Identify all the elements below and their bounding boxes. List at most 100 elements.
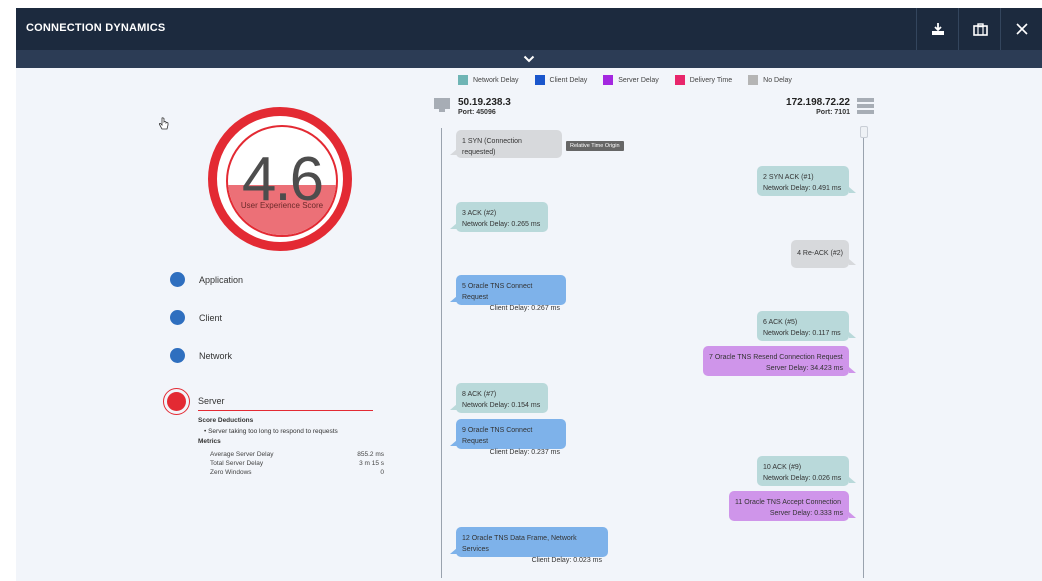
close-button[interactable]	[1000, 8, 1042, 50]
metrics-title: Metrics	[198, 438, 221, 445]
message-title: 6 ACK (#5)	[763, 319, 798, 326]
server-host: 172.198.72.22 Port: 7101	[760, 97, 850, 116]
message-title: 8 ACK (#7)	[462, 391, 497, 398]
hand-cursor-icon	[158, 117, 169, 130]
collapse-bar[interactable]	[16, 50, 1042, 68]
legend-swatch	[534, 75, 545, 85]
metric-name: Average Server Delay	[210, 451, 274, 458]
message-title: 11 Oracle TNS Accept Connection	[735, 499, 841, 506]
message-detail: Client Delay: 0.267 ms	[489, 305, 560, 312]
message-title: 9 Oracle TNS Connect Request	[462, 427, 533, 445]
timeline-scrollbar[interactable]	[860, 126, 868, 138]
legend-item: Delivery Time	[674, 75, 733, 85]
message-title: 12 Oracle TNS Data Frame, Network Servic…	[462, 535, 577, 553]
metric-value: 3 m 15 s	[359, 460, 384, 467]
message-bubble[interactable]: 5 Oracle TNS Connect Request Client Dela…	[450, 275, 566, 312]
legend-label: Client Delay	[549, 76, 588, 84]
message-detail: Server Delay: 34.423 ms	[765, 365, 843, 372]
server-status-indicator[interactable]	[163, 388, 190, 415]
category-client[interactable]: Client	[170, 310, 222, 325]
close-icon	[1016, 23, 1028, 35]
delay-legend: Network Delay Client Delay Server Delay …	[458, 75, 792, 85]
legend-swatch	[748, 75, 759, 85]
message-detail: Client Delay: 0.237 ms	[489, 449, 560, 456]
message-title: 3 ACK (#2)	[462, 210, 497, 217]
message-bubble[interactable]: 10 ACK (#9) Network Delay: 0.026 ms	[757, 456, 856, 486]
download-icon	[932, 23, 944, 35]
message-detail: Client Delay: 0.023 ms	[531, 557, 602, 564]
client-host: 50.19.238.3 Port: 45096	[458, 97, 511, 116]
deduction-item: • Server taking too long to respond to r…	[204, 428, 338, 435]
message-bubble[interactable]: 12 Oracle TNS Data Frame, Network Servic…	[450, 527, 608, 564]
legend-label: Delivery Time	[689, 76, 733, 84]
message-title: 1 SYN (Connection requested)	[462, 138, 522, 156]
message-bubble[interactable]: 8 ACK (#7) Network Delay: 0.154 ms	[450, 383, 548, 413]
category-server[interactable]: Server	[198, 396, 225, 406]
window-header: CONNECTION DYNAMICS	[16, 8, 1042, 50]
chevron-down-icon[interactable]	[523, 55, 535, 63]
category-network[interactable]: Network	[170, 348, 232, 363]
relative-time-origin-tag: Relative Time Origin	[566, 141, 624, 151]
legend-item: No Delay	[748, 75, 792, 85]
message-detail: Network Delay: 0.117 ms	[763, 330, 841, 337]
legend-swatch	[458, 75, 468, 85]
metric-name: Zero Windows	[210, 469, 252, 476]
status-dot	[170, 272, 185, 287]
deduction-text: Server taking too long to respond to req…	[208, 428, 338, 435]
category-label: Network	[199, 350, 233, 361]
server-divider	[198, 410, 373, 411]
server-status-dot	[167, 392, 186, 411]
metric-value: 0	[380, 469, 384, 476]
message-detail: Network Delay: 0.265 ms	[462, 221, 541, 228]
metric-name: Total Server Delay	[210, 460, 264, 467]
score-deductions-title: Score Deductions	[198, 417, 254, 424]
legend-label: Server Delay	[618, 76, 659, 84]
message-bubble[interactable]: 9 Oracle TNS Connect Request Client Dela…	[450, 419, 566, 456]
category-application[interactable]: Application	[170, 272, 243, 287]
legend-item: Network Delay	[458, 75, 519, 85]
message-bubble[interactable]: 3 ACK (#2) Network Delay: 0.265 ms	[450, 202, 548, 232]
message-bubble[interactable]: 1 SYN (Connection requested)	[450, 130, 562, 158]
window-title: CONNECTION DYNAMICS	[26, 22, 166, 34]
server-timeline[interactable]	[863, 128, 864, 578]
score-inner-circle: 4.6 User Experience Score	[226, 125, 338, 237]
message-detail: Network Delay: 0.026 ms	[763, 475, 842, 482]
message-bubble[interactable]: 4 Re-ACK (#2)	[791, 240, 856, 268]
user-experience-score-gauge: 4.6 User Experience Score	[208, 107, 352, 251]
client-port: Port: 45096	[458, 109, 496, 116]
metric-value: 855.2 ms	[357, 451, 384, 458]
message-title: 7 Oracle TNS Resend Connection Request	[709, 354, 843, 361]
client-computer-icon	[434, 98, 450, 112]
legend-swatch	[603, 75, 614, 85]
category-label: Client	[199, 312, 223, 323]
message-title: 4 Re-ACK (#2)	[797, 250, 843, 257]
download-button[interactable]	[916, 8, 959, 50]
metric-row: Average Server Delay 855.2 ms	[210, 451, 384, 458]
briefcase-button[interactable]	[958, 8, 1001, 50]
message-detail: Network Delay: 0.154 ms	[462, 402, 541, 409]
status-dot	[170, 348, 185, 363]
message-bubble[interactable]: 11 Oracle TNS Accept Connection Server D…	[729, 491, 856, 521]
status-dot	[170, 310, 185, 325]
message-detail: Server Delay: 0.333 ms	[769, 510, 843, 517]
message-title: 10 ACK (#9)	[763, 464, 802, 471]
server-ip: 172.198.72.22	[786, 97, 850, 108]
category-label: Application	[199, 274, 244, 285]
client-ip: 50.19.238.3	[458, 97, 511, 108]
message-bubble[interactable]: 2 SYN ACK (#1) Network Delay: 0.491 ms	[757, 166, 856, 196]
legend-label: No Delay	[763, 76, 792, 84]
server-port: Port: 7101	[816, 109, 850, 116]
legend-swatch	[674, 75, 685, 85]
metric-row: Zero Windows 0	[210, 469, 384, 476]
legend-item: Server Delay	[603, 75, 659, 85]
metric-row: Total Server Delay 3 m 15 s	[210, 460, 384, 467]
message-title: 2 SYN ACK (#1)	[763, 174, 814, 181]
message-title: 5 Oracle TNS Connect Request	[462, 283, 533, 301]
briefcase-icon	[972, 22, 988, 36]
message-detail: Network Delay: 0.491 ms	[763, 185, 842, 192]
message-bubble[interactable]: 7 Oracle TNS Resend Connection Request S…	[703, 346, 856, 376]
message-bubble[interactable]: 6 ACK (#5) Network Delay: 0.117 ms	[757, 311, 856, 341]
client-timeline	[441, 128, 442, 578]
score-label: User Experience Score	[240, 201, 324, 210]
server-rack-icon	[857, 98, 874, 114]
